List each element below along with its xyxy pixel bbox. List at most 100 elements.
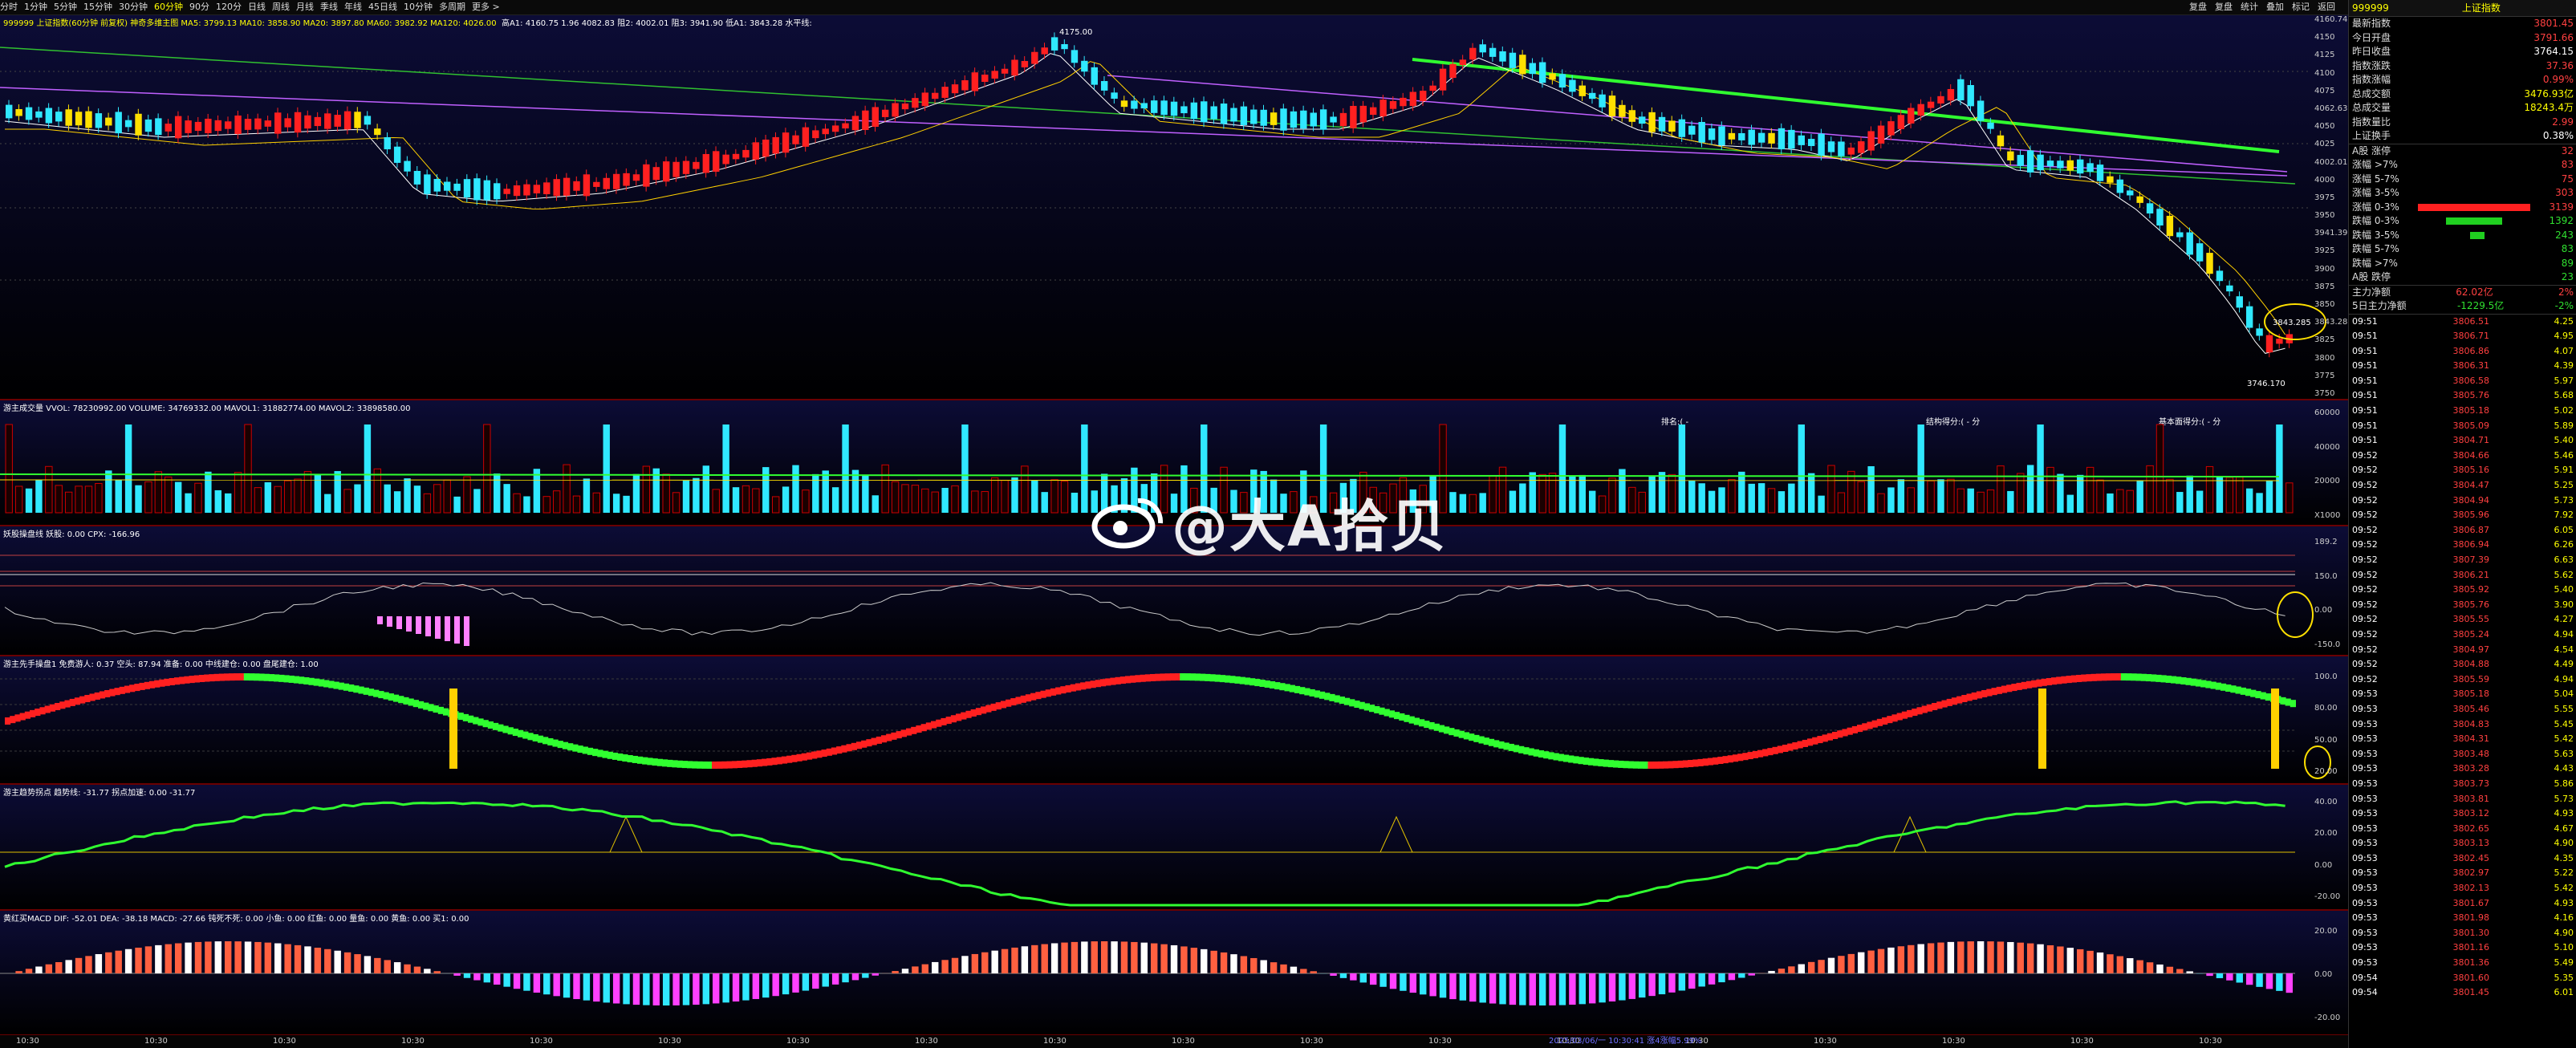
macd-bar xyxy=(1001,948,1009,973)
right-tool-button[interactable]: 标记 xyxy=(2292,2,2310,12)
macd-bar xyxy=(1489,973,1497,1004)
period-tab[interactable]: 周线 xyxy=(272,2,290,12)
candle xyxy=(881,109,889,117)
tick-price: 3804.97 xyxy=(2452,644,2490,655)
volume-bar xyxy=(2066,494,2074,513)
main-kline-pane[interactable]: 999999 上证指数(60分钟 前复权) 神奇多维主图 MA5: 3799.1… xyxy=(0,15,2348,400)
volume-bar xyxy=(1479,493,1486,513)
wave-segment xyxy=(970,709,977,717)
xianshou-pane[interactable]: 游主先手操盘1 免费游人: 0.37 空头: 87.94 准备: 0.00 中线… xyxy=(0,656,2348,785)
candle xyxy=(2136,196,2143,203)
volume-bar xyxy=(1937,479,1944,513)
macd-bar xyxy=(1639,973,1646,998)
macd-bar xyxy=(842,973,849,983)
macd-bar xyxy=(1300,969,1307,973)
period-tab[interactable]: 季线 xyxy=(320,2,338,12)
quote-row: 指数涨幅 0.99% xyxy=(2349,73,2576,87)
macd-bar xyxy=(483,973,491,983)
volume-bar xyxy=(1041,492,1048,513)
period-tab[interactable]: 30分钟 xyxy=(119,2,148,12)
period-tab[interactable]: 1分钟 xyxy=(24,2,47,12)
period-tab[interactable]: 日线 xyxy=(248,2,266,12)
right-tool-button[interactable]: 叠加 xyxy=(2266,2,2284,12)
candle xyxy=(1330,116,1337,123)
wave-segment xyxy=(1757,749,1764,758)
wave-segment xyxy=(756,759,763,767)
macd-bar xyxy=(264,942,272,973)
wave-segment xyxy=(577,745,583,754)
candle xyxy=(1071,50,1079,63)
trend-pane[interactable]: 游主趋势拐点 趋势线: -31.77 拐点加速: 0.00 -31.77 40.… xyxy=(0,785,2348,911)
period-tab[interactable]: 60分钟 xyxy=(154,2,183,12)
wave-segment xyxy=(647,758,653,766)
volume-bar xyxy=(1548,473,1557,514)
macd-bar xyxy=(35,966,43,973)
tick-time: 09:53 xyxy=(2352,867,2378,879)
volume-bar xyxy=(1509,490,1517,513)
right-tool-button[interactable]: 复盘 xyxy=(2215,2,2233,12)
period-tab[interactable]: 年线 xyxy=(344,2,362,12)
volume-bar xyxy=(393,491,401,513)
tick-time: 09:51 xyxy=(2352,360,2378,372)
wave-segment xyxy=(717,761,723,769)
wave-segment xyxy=(582,746,588,754)
candle xyxy=(1619,104,1626,117)
time-tick: 10:30 xyxy=(401,1037,425,1046)
wave-segment xyxy=(218,673,225,681)
wave-segment xyxy=(318,679,325,687)
candle xyxy=(1459,59,1467,66)
period-tab[interactable]: 120分 xyxy=(216,2,242,12)
wave-segment xyxy=(1085,681,1091,689)
macd-bar xyxy=(95,954,103,973)
period-tab[interactable]: 月线 xyxy=(296,2,314,12)
macd-pane[interactable]: 黄红买MACD DIF: -52.01 DEA: -38.18 MACD: -2… xyxy=(0,911,2348,1036)
wave-segment xyxy=(1090,680,1096,689)
wave-segment xyxy=(74,697,81,705)
volume-bar xyxy=(1031,480,1038,513)
wave-segment xyxy=(2176,676,2182,684)
period-tab[interactable]: 5分钟 xyxy=(54,2,77,12)
wave-segment xyxy=(1189,673,1196,681)
wave-segment xyxy=(288,675,295,683)
period-tab[interactable]: 更多 > xyxy=(472,2,500,12)
candle xyxy=(254,118,262,130)
candle xyxy=(932,92,939,100)
right-tool-button[interactable]: 复盘 xyxy=(2189,2,2207,12)
wave-segment xyxy=(254,673,260,681)
volume-bar xyxy=(712,489,720,514)
period-tab[interactable]: 10分钟 xyxy=(404,2,433,12)
candle xyxy=(1489,47,1497,57)
wave-segment xyxy=(2290,700,2296,708)
wave-segment xyxy=(876,736,882,744)
volume-bar xyxy=(702,465,710,513)
tick-row: 09:53 3801.36 5.49 xyxy=(2349,956,2576,971)
period-tab[interactable]: 15分钟 xyxy=(83,2,112,12)
wave-segment xyxy=(2185,677,2192,685)
period-tab[interactable]: 45日线 xyxy=(368,2,397,12)
period-tab[interactable]: 90分 xyxy=(189,2,209,12)
wave-segment xyxy=(44,705,51,713)
axis-tick-label: 40000 xyxy=(2314,442,2340,452)
period-tab[interactable]: 分时 xyxy=(0,2,18,12)
macd-bar xyxy=(1400,973,1407,991)
wave-segment xyxy=(164,678,170,686)
wave-segment xyxy=(1817,736,1823,744)
candle xyxy=(573,181,580,191)
volume-bar xyxy=(572,495,581,514)
wave-segment xyxy=(1343,697,1351,705)
macd-bar xyxy=(941,960,949,973)
tick-time: 09:51 xyxy=(2352,435,2378,446)
right-tool-button[interactable]: 统计 xyxy=(2241,2,2258,12)
right-tool-button[interactable]: 返回 xyxy=(2318,2,2335,12)
axis-tick-label: 40.00 xyxy=(2314,798,2338,806)
wave-segment xyxy=(423,702,429,710)
tick-price: 3804.31 xyxy=(2452,733,2490,745)
wave-segment xyxy=(258,673,265,681)
candle xyxy=(453,183,461,191)
wave-segment xyxy=(1961,695,1968,703)
period-tab[interactable]: 多周期 xyxy=(439,2,465,12)
wave-segment xyxy=(871,737,877,745)
tick-price: 3801.67 xyxy=(2452,897,2490,908)
wave-segment xyxy=(1105,678,1111,686)
volume-bar xyxy=(364,424,372,513)
